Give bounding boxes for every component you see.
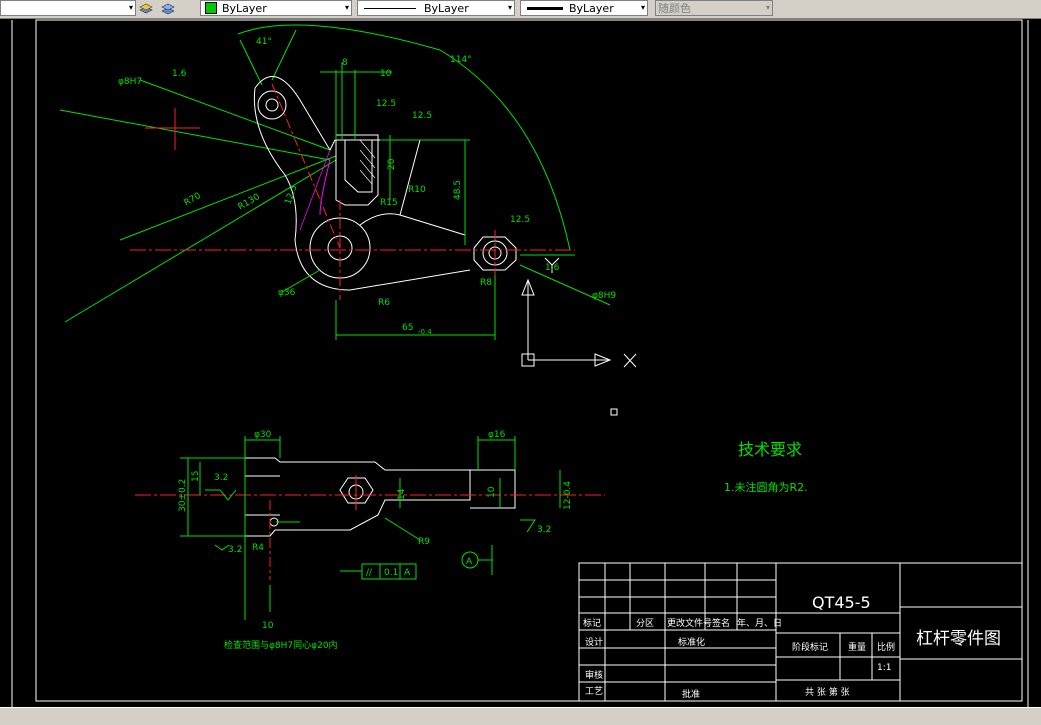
dim-phi30: φ30 (254, 430, 272, 440)
phi8h7-label: φ8H7 (118, 77, 142, 87)
row-standard: 标准化 (678, 636, 705, 648)
row-review: 审核 (585, 669, 603, 681)
status-bar (0, 707, 1041, 725)
color-label: ByLayer (222, 1, 267, 15)
r6-label: R6 (378, 298, 390, 308)
linetype-dropdown[interactable]: ByLayer ▾ (357, 0, 515, 16)
dim-114: 114° (450, 55, 472, 65)
dim-12: 12-0.4 (563, 481, 573, 510)
chevron-down-icon: ▾ (507, 3, 512, 12)
properties-toolbar: ▾ ByLayer ▾ ByLayer ▾ ByLayer ▾ 随颜色 ▾ (0, 0, 1041, 19)
linetype-label: ByLayer (424, 1, 469, 15)
dim-r9: R9 (418, 537, 430, 547)
title-block-text: QT45-5 杠杆零件图 标记 分区 更改文件号 签名 年、月、日 设计 标准化… (583, 593, 1001, 700)
dim-12-5-d: 12.5 (283, 184, 299, 206)
dim-12-5-b: 12.5 (412, 111, 432, 121)
part-number: QT45-5 (812, 593, 871, 612)
dim-14: 14 (397, 488, 407, 500)
datum-a-label: A (466, 557, 473, 567)
tolerance-symbol: // (366, 568, 373, 578)
lineweight-dropdown[interactable]: ByLayer ▾ (520, 0, 648, 16)
side-view-labels: φ30 φ16 3.2 3.2 3.2 15 30±0.2 14 10 12-0… (178, 430, 573, 651)
layer-states-icon[interactable] (138, 0, 156, 16)
sheet-edge (11, 20, 1029, 707)
main-view-geometry (59, 24, 637, 416)
dim-15: 15 (191, 471, 201, 482)
layer-dropdown[interactable]: ▾ (0, 0, 136, 16)
chevron-down-icon: ▾ (128, 3, 133, 12)
tech-item-1: 1.未注圆角为R2. (724, 480, 808, 494)
row-stage: 阶段标记 (792, 641, 828, 653)
layer-previous-icon[interactable] (160, 0, 180, 16)
dim-30: 30±0.2 (178, 479, 188, 512)
dim-1-6-b: 1.6 (545, 263, 560, 273)
tolerance-value: 0.1 (384, 568, 398, 578)
dim-r4: R4 (252, 543, 264, 553)
row-scale: 比例 (877, 641, 895, 653)
row-design: 设计 (585, 636, 603, 648)
dim-1-6-a: 1.6 (172, 69, 187, 79)
scale-value: 1:1 (877, 663, 891, 673)
chevron-down-icon: ▾ (640, 3, 645, 12)
roughness-3-2-a: 3.2 (214, 473, 228, 483)
header-mark: 标记 (583, 617, 601, 629)
dim-8: 8 (342, 58, 348, 68)
side-view-geometry (135, 436, 605, 620)
plotstyle-dropdown[interactable]: 随颜色 ▾ (655, 0, 773, 16)
part-name: 杠杆零件图 (916, 629, 1001, 649)
dim-65: 65 (402, 323, 413, 333)
roughness-3-2-c: 3.2 (228, 545, 242, 555)
header-zone: 分区 (636, 618, 654, 629)
dim-41: 41° (256, 37, 272, 47)
r15-label: R15 (380, 198, 398, 208)
row-process: 工艺 (585, 686, 603, 697)
r8-label: R8 (480, 278, 492, 288)
chevron-down-icon: ▾ (344, 3, 349, 12)
dim-20: 20 (387, 158, 397, 170)
row-weight: 重量 (848, 641, 866, 653)
dim-10b: 10 (487, 486, 497, 498)
tech-title: 技术要求 (738, 440, 802, 459)
lineweight-label: ByLayer (569, 1, 614, 15)
r70-label: R70 (183, 191, 204, 209)
tolerance-datum: A (404, 568, 411, 578)
dim-12-5-c: 12.5 (510, 215, 530, 225)
r10-label: R10 (408, 185, 426, 195)
linetype-line-icon (364, 7, 416, 9)
color-dropdown[interactable]: ByLayer ▾ (200, 0, 352, 16)
header-date: 年、月、日 (737, 617, 782, 629)
drawing-canvas[interactable]: 41° 114° 8 10 12.5 12.5 12.5 1.6 1.6 φ8H… (0, 19, 1041, 707)
header-docno: 更改文件号 (667, 617, 712, 629)
plotstyle-label: 随颜色 (658, 2, 691, 15)
roughness-3-2-b: 3.2 (537, 525, 551, 535)
main-view-labels: 41° 114° 8 10 12.5 12.5 12.5 1.6 1.6 φ8H… (118, 37, 616, 336)
lineweight-line-icon (527, 6, 563, 10)
phi36-label: φ36 (278, 288, 296, 298)
technical-requirements: 技术要求 1.未注圆角为R2. (724, 440, 808, 494)
sheet-count: 共 张 第 张 (805, 686, 850, 698)
inspection-note: 检查范围与φ8H7同心φ20内 (224, 639, 338, 651)
dim-48-5: 48.5 (453, 180, 463, 200)
dim-65-tolerance: -0.4 (418, 328, 432, 336)
chevron-down-icon: ▾ (765, 3, 770, 12)
header-sign: 签名 (712, 617, 730, 629)
row-approve: 批准 (682, 688, 700, 700)
r130-label: R130 (237, 192, 263, 213)
dim-12-5-a: 12.5 (376, 99, 396, 109)
dim-10-bottom: 10 (262, 621, 274, 631)
dim-10: 10 (380, 69, 392, 79)
dim-phi16: φ16 (488, 430, 506, 440)
color-swatch-icon (205, 2, 217, 14)
phi8h9-label: φ8H9 (592, 291, 616, 301)
